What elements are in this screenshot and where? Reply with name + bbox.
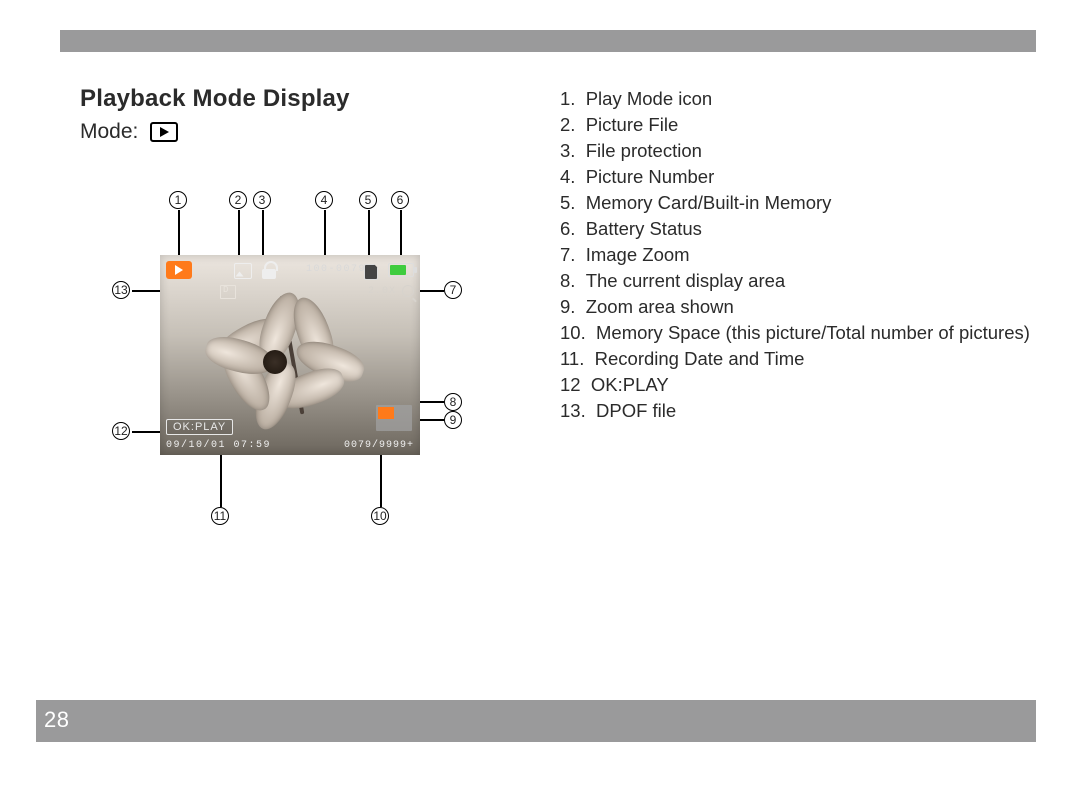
play-mode-icon — [166, 261, 192, 279]
legend-num: 7. — [560, 244, 575, 265]
callout-leader — [132, 290, 160, 292]
mode-label: Mode: — [80, 120, 138, 144]
recording-datetime: 09/10/01 07:59 — [166, 440, 271, 451]
status-bar: 100-0079 — [166, 261, 414, 281]
legend-num: 3. — [560, 140, 575, 161]
dpof-icon — [220, 285, 236, 299]
callout-5: 5 — [359, 191, 377, 209]
callout-leader — [420, 401, 444, 403]
lcd-screen: 100-0079 2.0X OK:PLAY 09/10/01 07:59 007… — [160, 255, 420, 455]
legend-text: Recording Date and Time — [595, 348, 805, 369]
legend-num: 9. — [560, 296, 575, 317]
legend-num: 4. — [560, 166, 575, 187]
legend-num: 8. — [560, 270, 575, 291]
footer-bar — [36, 700, 1036, 742]
callout-leader — [380, 455, 382, 507]
ok-play-badge: OK:PLAY — [166, 419, 233, 435]
callout-1: 1 — [169, 191, 187, 209]
legend-text: Memory Card/Built-in Memory — [586, 192, 832, 213]
zoom-current-area — [378, 407, 394, 419]
callout-10: 10 — [371, 507, 389, 525]
legend-text: Zoom area shown — [586, 296, 734, 317]
legend-text: Battery Status — [586, 218, 702, 239]
zoom-value: 2.0X — [368, 286, 396, 297]
callout-leader — [420, 419, 444, 421]
callout-12: 12 — [112, 422, 130, 440]
callout-6: 6 — [391, 191, 409, 209]
legend-num: 11. — [560, 348, 584, 369]
callout-11: 11 — [211, 507, 229, 525]
legend-text: The current display area — [586, 270, 786, 291]
callout-4: 4 — [315, 191, 333, 209]
memory-space: 0079/9999+ — [344, 440, 414, 451]
legend-text: OK:PLAY — [591, 374, 669, 395]
picture-file-icon — [234, 263, 252, 279]
legend-list: 1. Play Mode icon 2. Picture File 3. Fil… — [560, 86, 1030, 424]
legend-text: File protection — [586, 140, 702, 161]
callout-7: 7 — [444, 281, 462, 299]
section-title: Playback Mode Display — [80, 85, 350, 113]
callout-leader — [178, 210, 180, 255]
callout-leader — [368, 210, 370, 255]
legend-num: 5. — [560, 192, 575, 213]
callout-2: 2 — [229, 191, 247, 209]
legend-num: 12 — [560, 374, 581, 395]
zoom-minimap — [376, 405, 412, 431]
legend-num: 13. — [560, 400, 586, 421]
legend-text: Play Mode icon — [586, 88, 712, 109]
legend-num: 6. — [560, 218, 575, 239]
callout-13: 13 — [112, 281, 130, 299]
magnify-icon — [402, 285, 414, 297]
legend-num: 10. — [560, 322, 586, 343]
callout-leader — [132, 431, 160, 433]
callout-3: 3 — [253, 191, 271, 209]
legend-num: 2. — [560, 114, 575, 135]
callout-leader — [400, 210, 402, 255]
legend-text: Image Zoom — [586, 244, 690, 265]
zoom-indicator: 2.0X — [368, 285, 414, 297]
legend-text: Picture File — [586, 114, 679, 135]
callout-9: 9 — [444, 411, 462, 429]
legend-text: Memory Space (this picture/Total number … — [596, 322, 1030, 343]
lock-icon — [262, 261, 276, 279]
legend-text: Picture Number — [586, 166, 715, 187]
battery-icon — [388, 263, 414, 277]
callout-leader — [324, 210, 326, 255]
header-bar — [60, 30, 1036, 52]
sd-card-icon — [364, 264, 378, 280]
play-mode-icon — [150, 122, 178, 142]
callout-leader — [420, 290, 444, 292]
callout-leader — [262, 210, 264, 255]
screen-diagram: 1 2 3 4 5 6 7 8 9 13 12 11 10 — [100, 185, 460, 545]
callout-8: 8 — [444, 393, 462, 411]
picture-number: 100-0079 — [306, 264, 366, 275]
callout-leader — [220, 455, 222, 507]
page-number: 28 — [44, 707, 69, 733]
legend-text: DPOF file — [596, 400, 676, 421]
manual-page: 28 Playback Mode Display Mode: 1. Play M… — [0, 0, 1080, 785]
callout-leader — [238, 210, 240, 255]
legend-num: 1. — [560, 88, 575, 109]
